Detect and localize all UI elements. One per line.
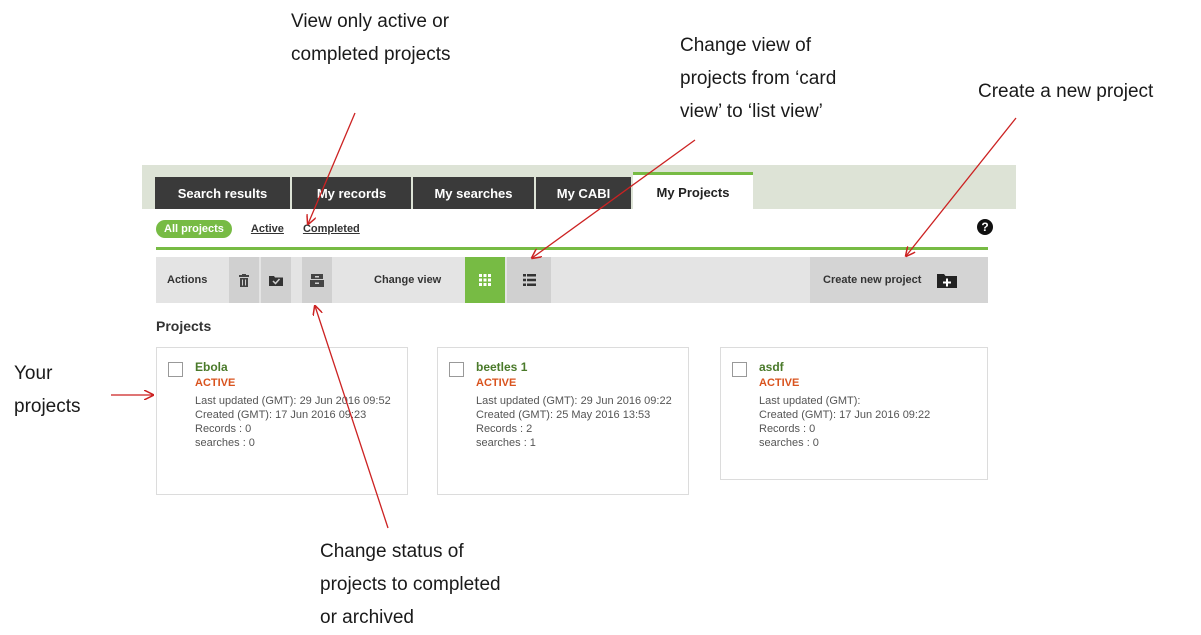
arrow-filter <box>308 112 356 224</box>
arrow-status <box>315 306 389 529</box>
arrow-view <box>532 139 696 258</box>
arrow-create <box>906 117 1017 256</box>
annotation-arrows <box>111 112 1017 529</box>
